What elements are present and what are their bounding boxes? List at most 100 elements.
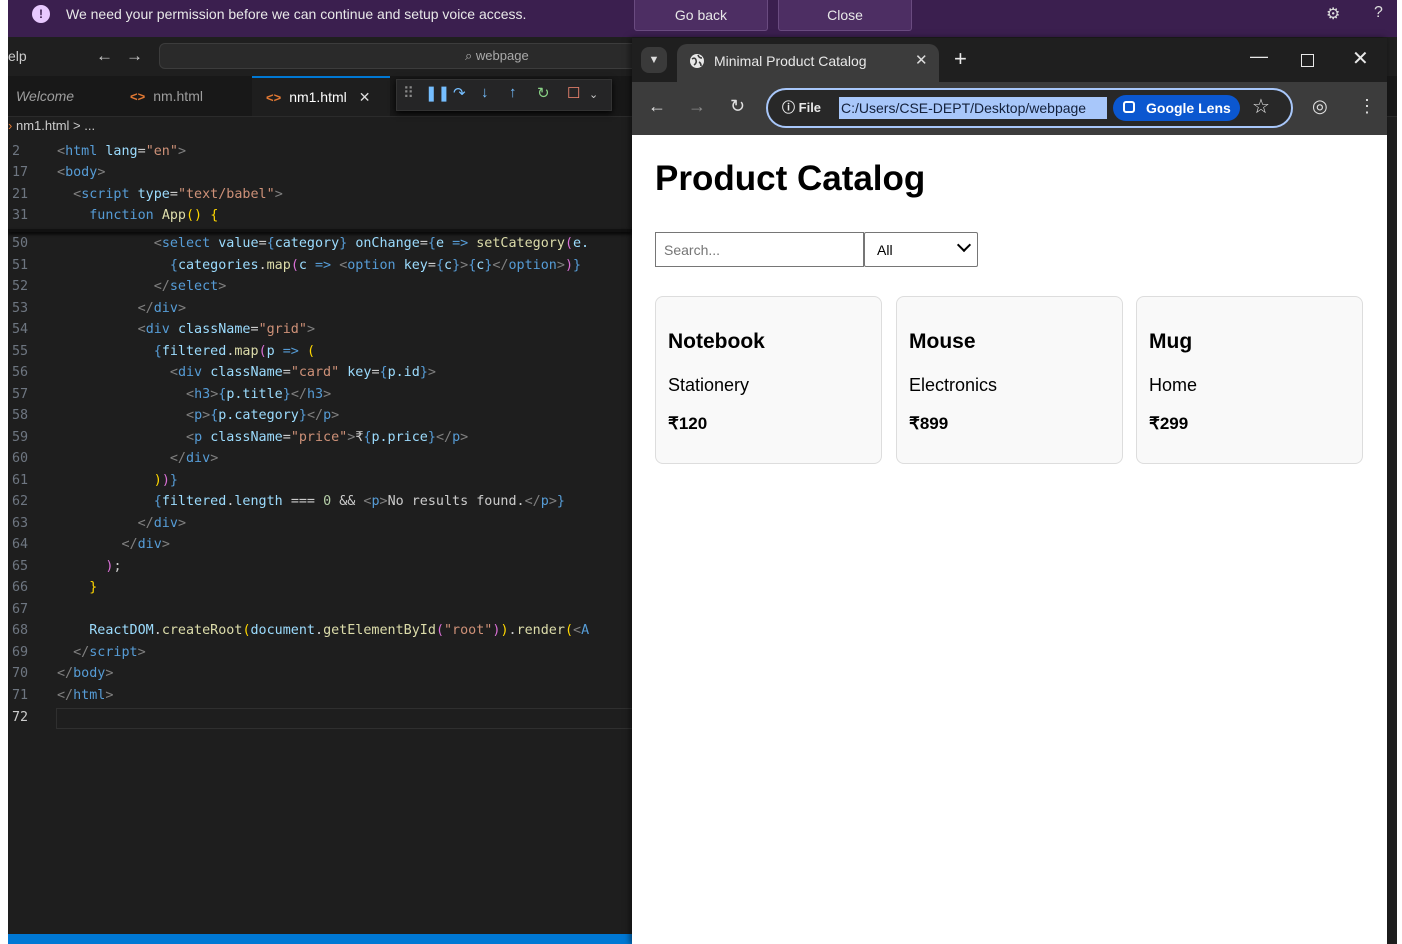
- window-close-icon[interactable]: ✕: [1352, 46, 1369, 71]
- profile-icon[interactable]: ◎: [1312, 96, 1328, 117]
- product-card: Notebook Stationery ₹120: [655, 296, 882, 464]
- line-number: 54: [12, 322, 29, 337]
- globe-icon: [690, 54, 704, 68]
- current-line-highlight: [56, 708, 634, 729]
- step-into-icon[interactable]: ↓: [481, 84, 489, 101]
- reload-icon[interactable]: ↻: [730, 96, 745, 117]
- menu-help[interactable]: elp: [8, 48, 27, 64]
- line-number: 71: [12, 688, 29, 703]
- command-center-text: webpage: [475, 48, 529, 63]
- close-icon[interactable]: ✕: [359, 89, 371, 105]
- lens-icon: [1123, 101, 1135, 113]
- chevron-down-icon[interactable]: ⌄: [589, 88, 598, 101]
- url-text[interactable]: C:/Users/CSE-DEPT/Desktop/webpage: [839, 97, 1107, 119]
- line-number: 62: [12, 494, 29, 509]
- drag-handle-icon[interactable]: ⠿: [403, 84, 414, 102]
- line-number: 65: [12, 559, 29, 574]
- line-number: 55: [12, 344, 29, 359]
- line-number: 69: [12, 645, 29, 660]
- restart-icon[interactable]: ↻: [537, 84, 550, 102]
- code-line: <div className="card" key={p.id}>: [169, 365, 436, 380]
- back-arrow-icon[interactable]: ←: [648, 96, 666, 117]
- line-number: 66: [12, 580, 29, 595]
- product-category: Electronics: [909, 375, 998, 395]
- sticky-scroll-separator: [8, 229, 632, 232]
- code-line: </div>: [137, 516, 186, 531]
- step-over-icon[interactable]: ↷: [453, 84, 466, 102]
- line-number: 70: [12, 666, 29, 681]
- category-selected-value: All: [877, 242, 893, 258]
- code-line: </html>: [57, 688, 114, 703]
- line-number: 72: [12, 710, 29, 725]
- code-line: </script>: [73, 645, 146, 660]
- product-price: ₹899: [909, 414, 949, 433]
- tab-nm1-html[interactable]: <> nm1.html ✕: [252, 76, 390, 116]
- page-title: Product Catalog: [655, 159, 926, 198]
- gear-icon[interactable]: ⚙: [1326, 4, 1340, 24]
- step-out-icon[interactable]: ↑: [509, 84, 517, 101]
- stop-icon[interactable]: ☐: [567, 84, 580, 102]
- line-number: 52: [12, 279, 29, 294]
- tab-minimal-product-catalog[interactable]: Minimal Product Catalog ✕: [677, 44, 939, 82]
- chrome-toolbar: ← → ↻ ⓘ File C:/Users/CSE-DEPT/Desktop/w…: [632, 82, 1387, 135]
- close-notification-button[interactable]: Close: [778, 0, 912, 31]
- line-number: 2: [12, 144, 21, 159]
- command-center[interactable]: ⌕ webpage: [159, 43, 679, 69]
- code-line: <select value={category} onChange={e => …: [153, 236, 590, 251]
- code-line: <div className="grid">: [137, 322, 315, 337]
- product-card: Mug Home ₹299: [1136, 296, 1363, 464]
- breadcrumb-text: nm1.html > ...: [15, 118, 96, 133]
- code-line: </body>: [57, 666, 114, 681]
- category-select[interactable]: All: [864, 232, 978, 267]
- maximize-icon[interactable]: [1301, 54, 1314, 67]
- status-bar: [8, 934, 632, 944]
- product-title: Mouse: [909, 330, 976, 353]
- code-line: ReactDOM.createRoot(document.getElementB…: [89, 623, 590, 638]
- minimize-icon[interactable]: —: [1250, 46, 1268, 67]
- chevron-right-icon: ›: [8, 118, 13, 133]
- line-number: 56: [12, 365, 29, 380]
- help-icon[interactable]: ?: [1374, 4, 1383, 22]
- line-number: 63: [12, 516, 29, 531]
- command-center-label: ⌕ webpage: [465, 48, 529, 64]
- go-back-button[interactable]: Go back: [634, 0, 768, 31]
- tab-title: Minimal Product Catalog: [714, 53, 867, 69]
- line-number: 21: [12, 187, 29, 202]
- pause-icon[interactable]: ❚❚: [425, 84, 450, 102]
- address-bar[interactable]: ⓘ File C:/Users/CSE-DEPT/Desktop/webpage…: [766, 88, 1293, 128]
- tab-label: Welcome: [16, 88, 75, 104]
- tab-welcome[interactable]: Welcome: [16, 76, 116, 116]
- google-lens-button[interactable]: Google Lens: [1113, 95, 1240, 121]
- code-line: </div>: [137, 301, 186, 316]
- product-category: Home: [1149, 375, 1198, 395]
- tab-search-chevron-icon[interactable]: ▼: [641, 47, 667, 73]
- tab-nm-html[interactable]: <> nm.html: [130, 76, 256, 116]
- forward-arrow-icon[interactable]: →: [126, 46, 143, 66]
- breadcrumb[interactable]: › nm1.html > ...: [8, 118, 95, 133]
- line-number: 57: [12, 387, 29, 402]
- forward-arrow-icon[interactable]: →: [688, 96, 706, 117]
- bookmark-star-icon[interactable]: ☆: [1252, 94, 1270, 119]
- code-line: {categories.map(c => <option key={c}>{c}…: [169, 258, 582, 273]
- close-tab-icon[interactable]: ✕: [915, 51, 928, 69]
- line-number: 17: [12, 165, 29, 180]
- back-arrow-icon[interactable]: ←: [96, 46, 113, 66]
- more-menu-icon[interactable]: ⋮: [1358, 96, 1376, 117]
- debug-toolbar: ⠿ ❚❚ ↷ ↓ ↑ ↻ ☐ ⌄: [396, 79, 612, 111]
- new-tab-plus-icon[interactable]: +: [954, 46, 967, 72]
- product-price: ₹120: [668, 414, 708, 433]
- product-card: Mouse Electronics ₹899: [896, 296, 1123, 464]
- search-icon: ⌕: [465, 48, 473, 63]
- site-info-chip[interactable]: ⓘ File: [774, 95, 829, 121]
- line-number: 67: [12, 602, 29, 617]
- code-line: </div>: [169, 451, 219, 466]
- code-line: <h3>{p.title}</h3>: [186, 387, 332, 402]
- line-number: 50: [12, 236, 29, 251]
- code-line: </select>: [153, 279, 227, 294]
- search-input[interactable]: [655, 232, 864, 267]
- product-category: Stationery: [668, 375, 750, 395]
- line-number: 61: [12, 473, 29, 488]
- line-number: 31: [12, 208, 29, 223]
- html-file-icon: <>: [130, 89, 146, 104]
- tab-label: nm.html: [153, 88, 203, 104]
